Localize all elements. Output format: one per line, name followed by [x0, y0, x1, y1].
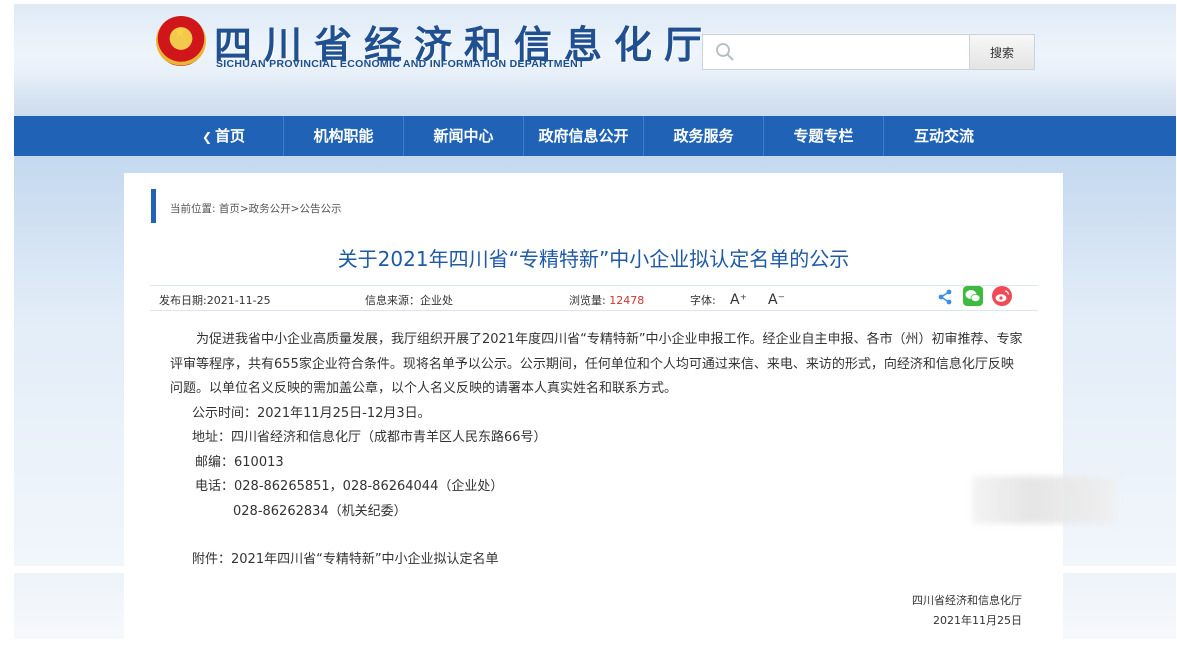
home-icon: ❮: [201, 130, 213, 144]
view-count-label: 浏览量:: [569, 294, 606, 307]
search-input[interactable]: [743, 39, 963, 65]
header-cloud-decoration: [14, 76, 1176, 116]
publish-date: 发布日期:2021-11-25: [159, 294, 271, 307]
nav-item-gov-info[interactable]: 政府信息公开: [524, 116, 644, 156]
contact-postcode: 邮编：610013: [195, 454, 284, 470]
nav-item-organization[interactable]: 机构职能: [284, 116, 404, 156]
wechat-icon[interactable]: [963, 286, 983, 306]
view-count-value: 12478: [609, 294, 645, 307]
share-icon[interactable]: [936, 288, 954, 306]
search-box[interactable]: [702, 34, 970, 70]
attachment-link[interactable]: 附件：2021年四川省“专精特新”中小企业拟认定名单: [192, 548, 1025, 573]
font-size-label: 字体:: [690, 294, 716, 307]
breadcrumb-accent-bar: [151, 189, 156, 223]
article-title: 关于2021年四川省“专精特新”中小企业拟认定名单的公示: [337, 247, 850, 271]
breadcrumb: 当前位置: 首页>政务公开>公告公示: [170, 203, 342, 215]
contact-phone: 电话：028-86265851，028-86264044（企业处）: [195, 479, 504, 494]
nav-item-home[interactable]: ❮ 首页: [164, 116, 284, 156]
info-source: 信息来源：企业处: [365, 294, 453, 307]
article-meta-row: 发布日期:2021-11-25 信息来源：企业处 浏览量: 12478 字体: …: [150, 285, 1038, 311]
signature-org: 四川省经济和信息化厅: [912, 594, 1022, 607]
weibo-icon[interactable]: [992, 286, 1012, 306]
view-count: 浏览量: 12478: [569, 292, 644, 308]
site-subtitle: SICHUAN PROVINCIAL ECONOMIC AND INFORMAT…: [216, 58, 585, 70]
signature-date: 2021年11月25日: [933, 614, 1022, 627]
search-icon: [716, 43, 734, 61]
blurred-region: [972, 476, 1117, 524]
site-header: ★ 四川省经济和信息化厅 SICHUAN PROVINCIAL ECONOMIC…: [14, 4, 1176, 116]
article-paragraph: 为促进我省中小企业高质量发展，我厅组织开展了2021年度四川省“专精特新”中小企…: [170, 332, 1023, 396]
article-body: 为促进我省中小企业高质量发展，我厅组织开展了2021年度四川省“专精特新”中小企…: [170, 328, 1025, 573]
article-signature: 四川省经济和信息化厅 2021年11月25日: [124, 591, 1022, 631]
contact-address: 地址：四川省经济和信息化厅（成都市青羊区人民东路66号）: [192, 430, 547, 445]
contact-phone-secondary: 028-86262834（机关纪委）: [233, 503, 407, 519]
main-nav: ❮ 首页 机构职能 新闻中心 政府信息公开 政务服务 专题专栏 互动交流: [14, 116, 1176, 156]
nav-item-interaction[interactable]: 互动交流: [884, 116, 1004, 156]
nav-item-topics[interactable]: 专题专栏: [764, 116, 884, 156]
font-increase-button[interactable]: A⁺: [730, 292, 747, 308]
article-panel: 当前位置: 首页>政务公开>公告公示 关于2021年四川省“专精特新”中小企业拟…: [124, 173, 1063, 647]
notice-period: 公示时间：2021年11月25日-12月3日。: [192, 405, 431, 421]
nav-item-label: 首页: [215, 127, 246, 145]
nav-item-news[interactable]: 新闻中心: [404, 116, 524, 156]
nav-item-services[interactable]: 政务服务: [644, 116, 764, 156]
search-button[interactable]: 搜索: [969, 34, 1035, 70]
font-decrease-button[interactable]: A⁻: [768, 292, 785, 308]
national-emblem-icon: ★: [156, 16, 206, 66]
